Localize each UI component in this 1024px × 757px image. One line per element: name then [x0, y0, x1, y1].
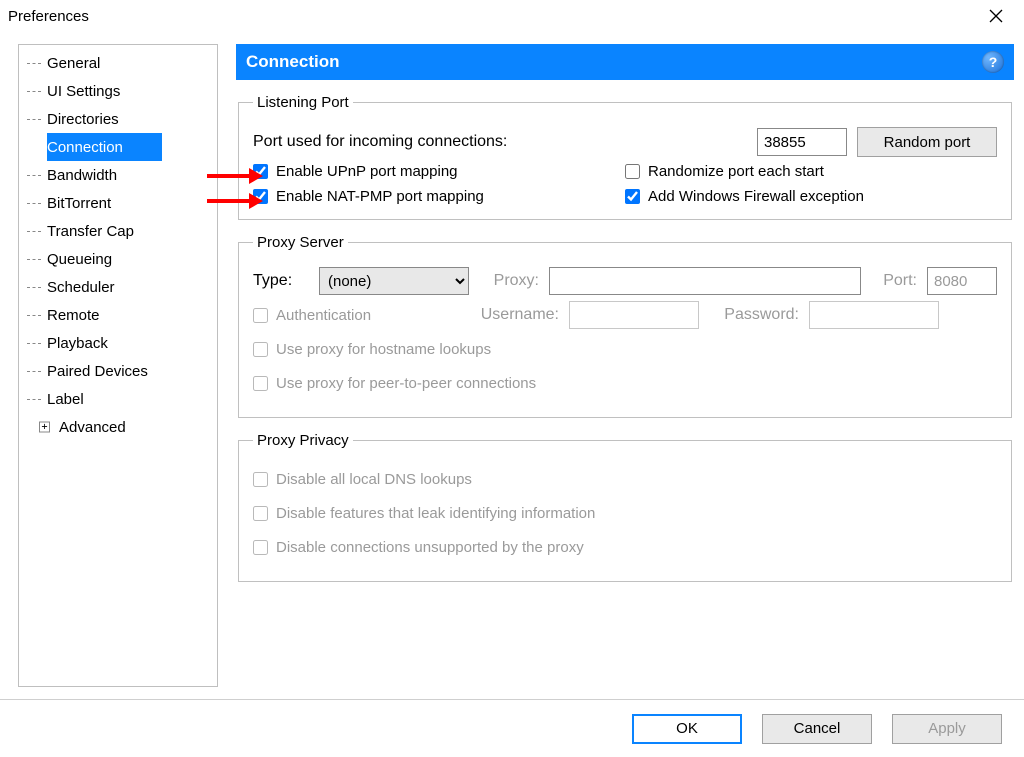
sidebar-item-label[interactable]: Label — [19, 385, 217, 413]
annotation-arrow-icon — [207, 194, 263, 208]
panel-header: Connection ? — [236, 44, 1014, 80]
title-bar: Preferences — [0, 0, 1024, 32]
port-label: Port used for incoming connections: — [253, 133, 747, 151]
listening-port-legend: Listening Port — [253, 94, 353, 111]
proxy-type-select[interactable]: (none) — [319, 267, 469, 295]
sidebar-item-playback[interactable]: Playback — [19, 329, 217, 357]
proxy-password-input[interactable] — [809, 301, 939, 329]
preferences-tree: General UI Settings Directories Connecti… — [18, 44, 218, 687]
proxy-server-legend: Proxy Server — [253, 234, 348, 251]
apply-button[interactable]: Apply — [892, 714, 1002, 744]
proxy-port-input[interactable] — [927, 267, 997, 295]
sidebar-item-scheduler[interactable]: Scheduler — [19, 273, 217, 301]
proxy-username-label: Username: — [469, 306, 559, 324]
sidebar-item-advanced[interactable]: +Advanced — [19, 413, 217, 441]
panel-title: Connection — [246, 52, 340, 72]
sidebar-item-bandwidth[interactable]: Bandwidth — [19, 161, 217, 189]
proxy-password-label: Password: — [709, 306, 799, 324]
ok-button[interactable]: OK — [632, 714, 742, 744]
disable-unsupported-connections-checkbox[interactable]: Disable connections unsupported by the p… — [253, 539, 584, 556]
disable-leak-features-checkbox[interactable]: Disable features that leak identifying i… — [253, 505, 595, 522]
proxy-hostname-lookups-checkbox[interactable]: Use proxy for hostname lookups — [253, 341, 491, 358]
randomize-port-checkbox[interactable]: Randomize port each start — [625, 163, 997, 180]
disable-dns-checkbox[interactable]: Disable all local DNS lookups — [253, 471, 472, 488]
proxy-server-group: Proxy Server Type: (none) Proxy: Port: A… — [238, 234, 1012, 418]
sidebar-item-general[interactable]: General — [19, 49, 217, 77]
window-title: Preferences — [8, 8, 89, 25]
port-input[interactable] — [757, 128, 847, 156]
close-button[interactable] — [976, 2, 1016, 30]
proxy-host-label: Proxy: — [479, 272, 539, 290]
proxy-host-input[interactable] — [549, 267, 861, 295]
sidebar-item-remote[interactable]: Remote — [19, 301, 217, 329]
random-port-button[interactable]: Random port — [857, 127, 997, 157]
close-icon — [989, 9, 1003, 23]
proxy-privacy-group: Proxy Privacy Disable all local DNS look… — [238, 432, 1012, 582]
proxy-username-input[interactable] — [569, 301, 699, 329]
settings-panel: Connection ? Listening Port Port used fo… — [236, 44, 1014, 687]
natpmp-checkbox[interactable]: Enable NAT-PMP port mapping — [253, 188, 625, 205]
dialog-buttons: OK Cancel Apply — [0, 699, 1024, 757]
annotation-arrow-icon — [207, 169, 263, 183]
sidebar-item-ui-settings[interactable]: UI Settings — [19, 77, 217, 105]
sidebar-item-queueing[interactable]: Queueing — [19, 245, 217, 273]
proxy-port-label: Port: — [871, 272, 917, 290]
proxy-p2p-checkbox[interactable]: Use proxy for peer-to-peer connections — [253, 375, 536, 392]
sidebar-item-transfer-cap[interactable]: Transfer Cap — [19, 217, 217, 245]
proxy-auth-checkbox[interactable]: Authentication — [253, 307, 459, 324]
cancel-button[interactable]: Cancel — [762, 714, 872, 744]
sidebar-item-paired-devices[interactable]: Paired Devices — [19, 357, 217, 385]
expand-icon[interactable]: + — [39, 422, 50, 433]
firewall-exception-checkbox[interactable]: Add Windows Firewall exception — [625, 188, 997, 205]
help-icon[interactable]: ? — [982, 51, 1004, 73]
upnp-checkbox[interactable]: Enable UPnP port mapping — [253, 163, 625, 180]
sidebar-item-directories[interactable]: Directories — [19, 105, 217, 133]
proxy-privacy-legend: Proxy Privacy — [253, 432, 353, 449]
sidebar-item-bittorrent[interactable]: BitTorrent — [19, 189, 217, 217]
sidebar-item-connection[interactable]: Connection — [47, 133, 162, 161]
proxy-type-label: Type: — [253, 272, 309, 290]
listening-port-group: Listening Port Port used for incoming co… — [238, 94, 1012, 220]
